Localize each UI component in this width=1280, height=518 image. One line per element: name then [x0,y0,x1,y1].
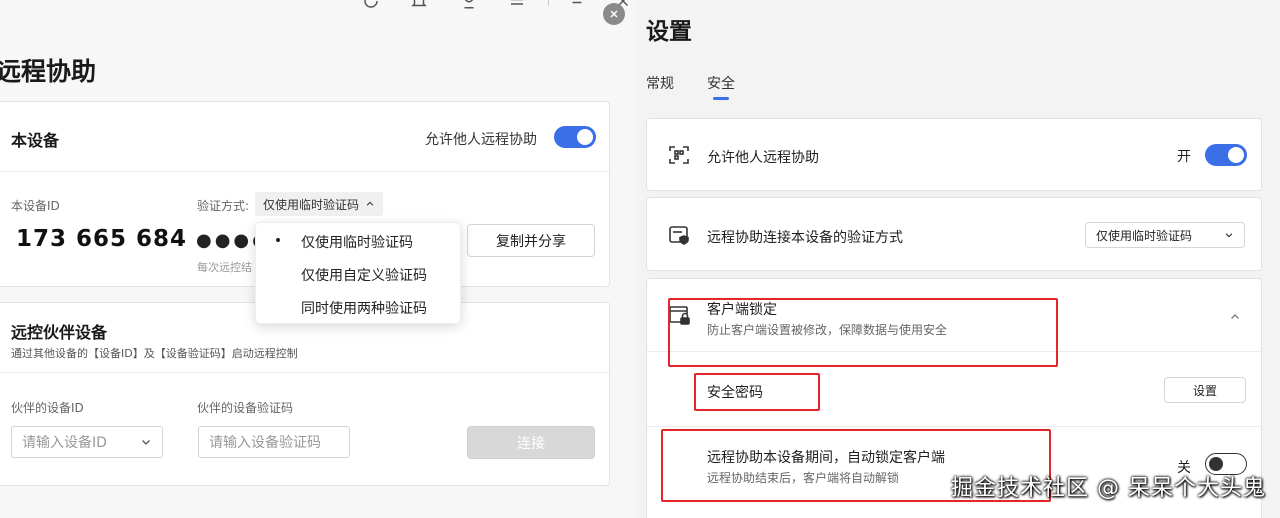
selected-bullet [276,238,280,242]
menu-item-custom-code[interactable]: 仅使用自定义验证码 [301,265,427,285]
allow-remote-state: 开 [1177,149,1191,165]
divider [647,351,1261,352]
tab-general[interactable]: 常规 [646,73,674,93]
verify-method-select[interactable]: 仅使用临时验证码 [1085,222,1245,248]
verify-method-value: 仅使用临时验证码 [263,197,360,212]
titlebar-separator [548,0,549,6]
allow-remote-label: 允许他人远程协助 [707,150,819,166]
menu-icon[interactable] [508,0,530,10]
chevron-down-icon [142,440,150,445]
client-lock-subtitle: 防止客户端设置被修改，保障数据与使用安全 [707,323,948,337]
partner-code-label: 伙伴的设备验证码 [197,401,294,415]
verify-method-value: 仅使用临时验证码 [1096,228,1193,243]
page-title: 远程协助 [0,57,97,86]
device-card-title: 本设备 [11,131,60,150]
partner-card-subtitle: 通过其他设备的【设备ID】及【设备验证码】启动远程控制 [11,347,298,360]
chevron-down-icon [1225,233,1233,238]
password-hint: 每次远控结 [197,261,252,274]
remote-assist-window: 远程协助 本设备 允许他人远程协助 本设备ID 验证方式: 每次远控结 复制并分… [0,0,636,518]
allow-remote-toggle[interactable] [1205,144,1247,166]
settings-title: 设置 [646,19,692,45]
divider [0,372,609,373]
security-password-label: 安全密码 [707,385,763,401]
minimize-icon[interactable] [568,0,590,10]
verify-method-row: 远程协助连接本设备的验证方式 仅使用临时验证码 [646,197,1262,271]
device-id-label: 本设备ID [11,199,60,213]
verify-method-select[interactable]: 仅使用临时验证码 [255,192,384,216]
allow-remote-row: 允许他人远程协助 开 [646,118,1262,191]
divider [647,426,1261,427]
partner-code-input[interactable]: 请输入设备验证码 [198,426,350,458]
menu-item-temp-code[interactable]: 仅使用临时验证码 [301,232,413,252]
partner-card: 远控伙伴设备 通过其他设备的【设备ID】及【设备验证码】启动远程控制 伙伴的设备… [0,302,610,486]
scan-icon [667,143,691,171]
partner-id-label: 伙伴的设备ID [11,401,84,415]
partner-id-placeholder: 请输入设备ID [22,435,107,451]
verify-method-menu: 仅使用临时验证码 仅使用自定义验证码 同时使用两种验证码 [255,222,461,324]
allow-remote-label: 允许他人远程协助 [425,132,537,148]
copy-share-button[interactable]: 复制并分享 [467,224,595,257]
set-password-button[interactable]: 设置 [1164,377,1246,403]
chevron-up-icon[interactable] [1229,308,1241,327]
client-lock-title: 客户端锁定 [707,302,777,318]
device-id: 173 665 684 [16,226,188,252]
active-tab-indicator [713,97,729,100]
verify-method-label: 远程协助连接本设备的验证方式 [707,230,903,246]
auto-lock-label: 远程协助本设备期间，自动锁定客户端 [707,450,945,466]
tab-security[interactable]: 安全 [707,73,735,93]
auto-lock-subtitle: 远程协助结束后，客户端将自动解锁 [707,471,900,485]
bell-icon[interactable] [410,0,432,10]
lock-window-icon [667,303,691,331]
menu-item-both-codes[interactable]: 同时使用两种验证码 [301,298,427,318]
settings-window: 设置 常规 安全 允许他人远程协助 开 远程协助连接本设备的验证方式 仅使用临时… [636,0,1280,518]
close-dialog-icon[interactable] [603,3,625,25]
user-icon[interactable] [460,0,482,10]
verify-method-label: 验证方式: [197,199,250,213]
chevron-up-icon [366,201,374,206]
divider [0,171,609,172]
refresh-icon[interactable] [362,0,384,10]
connect-button[interactable]: 连接 [467,426,595,459]
shield-card-icon [667,223,691,251]
partner-id-input[interactable]: 请输入设备ID [11,426,163,458]
allow-remote-toggle[interactable] [554,126,596,148]
watermark: 掘金技术社区 @ 呆呆个大头鬼 [951,476,1266,501]
partner-card-title: 远控伙伴设备 [11,323,108,342]
partner-code-placeholder: 请输入设备验证码 [209,435,321,451]
